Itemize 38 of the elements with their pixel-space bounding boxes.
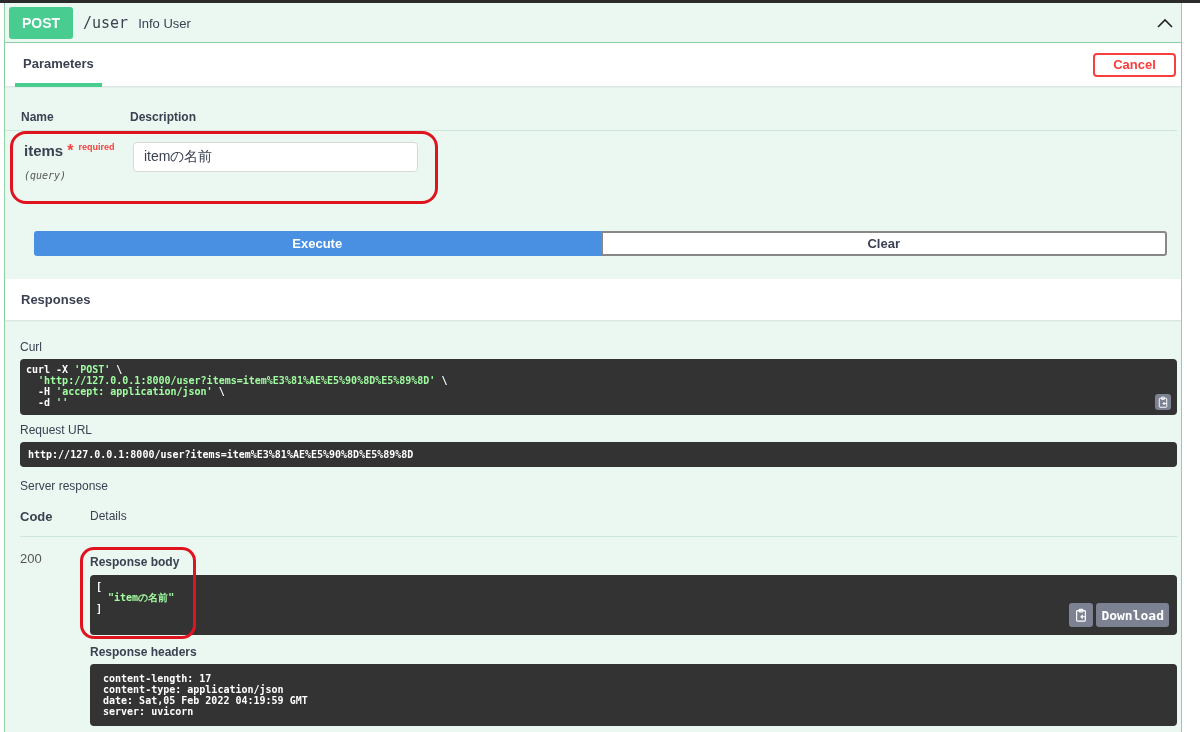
endpoint-path: /user (83, 14, 129, 32)
copy-button[interactable] (1069, 603, 1093, 627)
request-url-label: Request URL (20, 423, 94, 437)
column-header: Code (20, 509, 54, 524)
method-badge: POST (9, 7, 73, 39)
parameter-location: (query) (24, 170, 68, 181)
server-response-label: Server response (20, 479, 110, 493)
code-line: "itemの名前" (107, 592, 175, 603)
parameters-tab[interactable]: Parameters (15, 42, 102, 87)
status-code: 200 (20, 550, 43, 568)
column-header: Details (90, 509, 127, 524)
cancel-button[interactable]: Cancel (1093, 52, 1176, 77)
response-body-label: Response body (90, 555, 181, 569)
curl-label: Curl (20, 340, 43, 354)
code-line: content-length: 17 (103, 673, 212, 684)
responses-title: Responses (5, 279, 1181, 320)
response-headers-label: Response headers (90, 645, 198, 659)
code-line: date: Sat,05 Feb 2022 04:19:59 GMT (103, 695, 308, 706)
clipboard-icon (1074, 608, 1088, 622)
code-line: server: uvicorn (103, 706, 194, 717)
code-line: -H 'accept: application/json' \ (37, 386, 225, 397)
code-line: 'http://127.0.0.1:8000/user?items=item%E3%81%AE%E5%90%8D%E5%89%8D' \ (37, 375, 448, 386)
clear-button[interactable]: Clear (600, 231, 1167, 256)
code-line: -d '' (37, 397, 69, 408)
column-header: Description (130, 110, 197, 124)
clipboard-icon (1157, 396, 1169, 408)
endpoint-summary: Info User (138, 15, 192, 31)
code-line: content-type: application/json (103, 684, 284, 695)
parameter-name: items * required (24, 142, 116, 160)
request-url: http://127.0.0.1:8000/user?items=item%E3%81%AE%E5%90%8D%E5%89%8D (28, 449, 414, 460)
code-line: [ (96, 581, 103, 592)
column-header: Name (21, 110, 55, 124)
code-line: ] (96, 603, 103, 614)
copy-button[interactable] (1155, 394, 1171, 410)
download-button[interactable]: Download (1096, 603, 1169, 627)
collapse-chevron-icon[interactable] (1157, 18, 1173, 28)
parameter-input[interactable]: itemの名前 (133, 142, 418, 172)
code-line: curl -X 'POST' \ (26, 364, 123, 375)
